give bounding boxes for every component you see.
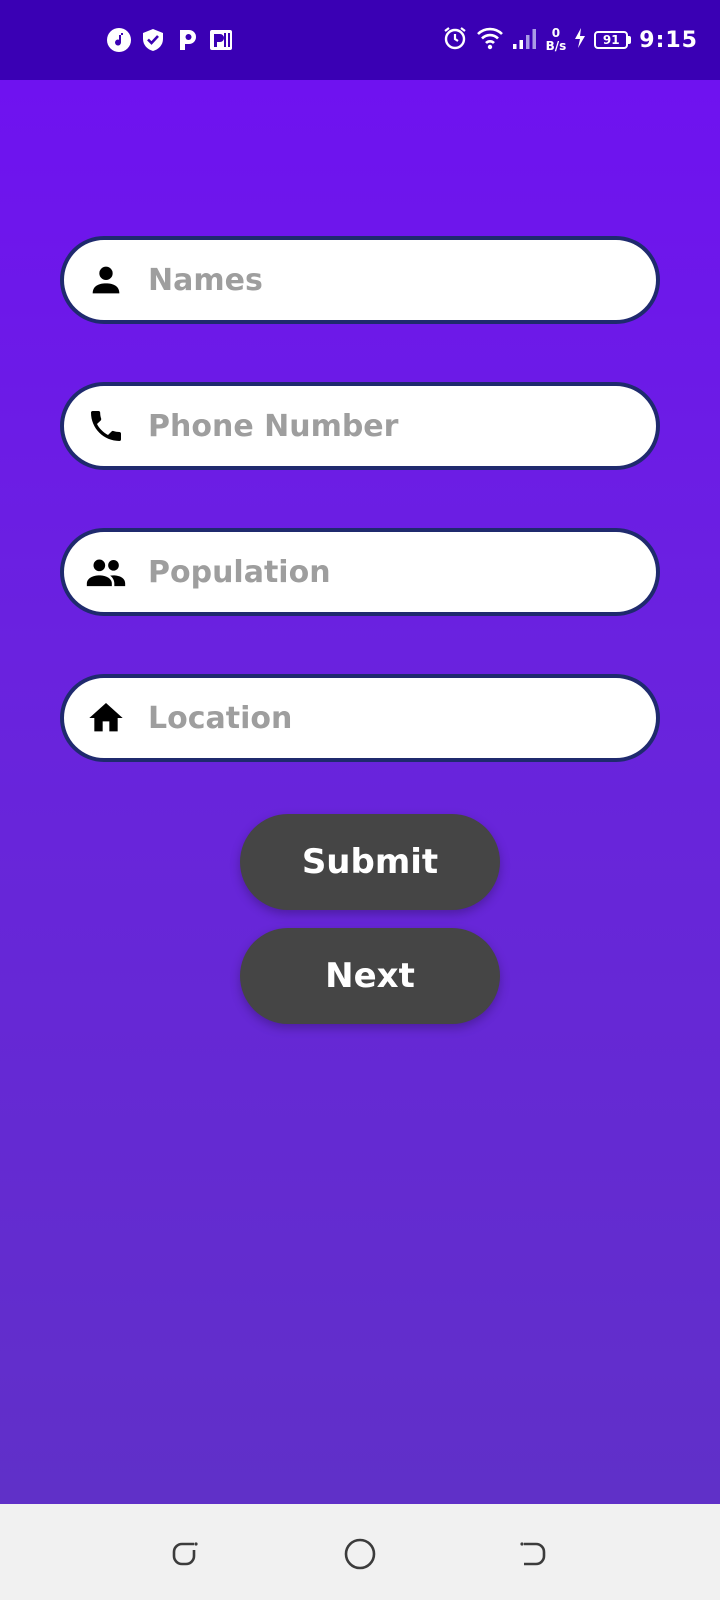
navigation-bar — [0, 1504, 720, 1600]
home-icon — [84, 696, 128, 740]
battery-level: 91 — [594, 31, 629, 49]
charging-icon — [574, 27, 586, 53]
music-note-icon — [106, 27, 132, 53]
location-field[interactable] — [60, 674, 660, 762]
network-speed: 0 B/s — [546, 27, 567, 53]
clock: 9:15 — [639, 27, 698, 53]
phone-number-input[interactable] — [148, 396, 628, 456]
system-status-icons: 0 B/s 91 9:15 — [442, 22, 698, 58]
form-screen: Submit Next — [0, 80, 720, 1504]
submit-button[interactable]: Submit — [240, 814, 500, 910]
parking-app-icon — [208, 27, 234, 53]
battery-icon: 91 — [594, 31, 632, 49]
status-bar: 0 B/s 91 9:15 — [0, 0, 720, 80]
back-icon[interactable] — [514, 1534, 554, 1574]
location-input[interactable] — [148, 688, 628, 748]
phone-icon — [84, 404, 128, 448]
signal-icon — [512, 26, 538, 54]
network-speed-unit: B/s — [545, 39, 567, 53]
names-field[interactable] — [60, 236, 660, 324]
person-icon — [84, 258, 128, 302]
p-app-icon — [174, 27, 200, 53]
group-icon — [84, 550, 128, 594]
alarm-icon — [442, 25, 468, 55]
population-field[interactable] — [60, 528, 660, 616]
phone-number-field[interactable] — [60, 382, 660, 470]
notification-icons — [106, 26, 234, 54]
recent-apps-icon[interactable] — [166, 1534, 206, 1574]
shield-check-icon — [140, 27, 166, 53]
wifi-icon — [476, 25, 504, 55]
next-button[interactable]: Next — [240, 928, 500, 1024]
names-input[interactable] — [148, 250, 628, 310]
population-input[interactable] — [148, 542, 628, 602]
home-circle-icon[interactable] — [340, 1534, 380, 1574]
